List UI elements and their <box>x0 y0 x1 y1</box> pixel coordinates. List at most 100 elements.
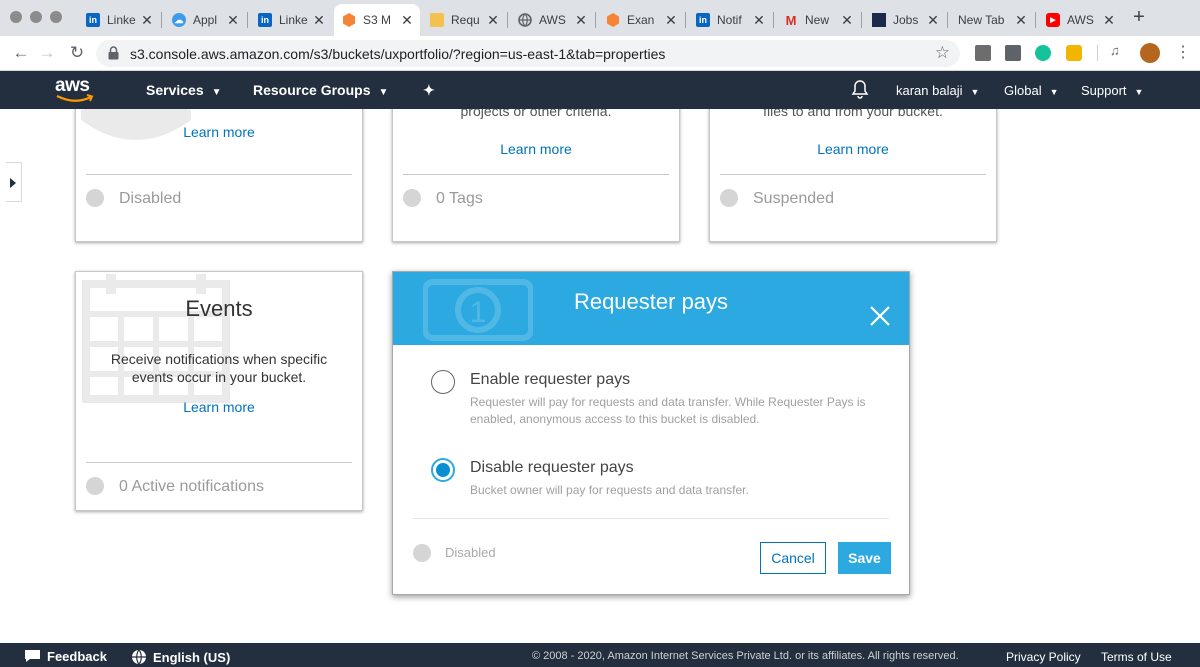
reload-icon[interactable]: ↻ <box>66 42 88 64</box>
browser-tab[interactable]: ☁ Appl ✕ <box>164 4 246 36</box>
grammarly-icon[interactable] <box>1035 45 1051 61</box>
language-label: English (US) <box>153 650 231 665</box>
tab-close-icon[interactable]: ✕ <box>926 12 940 29</box>
tab-label: AWS <box>539 13 566 27</box>
property-card[interactable]: files to and from your bucket. Learn mor… <box>709 109 997 242</box>
learn-more-link[interactable]: Learn more <box>710 141 996 157</box>
tab-close-icon[interactable]: ✕ <box>574 12 588 29</box>
status-dot <box>403 189 421 207</box>
privacy-policy-link[interactable]: Privacy Policy <box>1006 650 1081 664</box>
tab-close-icon[interactable]: ✕ <box>1014 12 1028 29</box>
copyright-text: © 2008 - 2020, Amazon Internet Services … <box>532 650 959 662</box>
extension-puzzle-icon[interactable] <box>1005 45 1021 61</box>
feedback-link[interactable]: Feedback <box>24 649 107 664</box>
disable-requester-pays-radio[interactable] <box>431 458 455 482</box>
tab-close-icon[interactable]: ✕ <box>140 12 154 29</box>
tab-label: Notif <box>717 13 742 27</box>
new-tab-button[interactable]: + <box>1128 6 1150 28</box>
browser-tab[interactable]: in Linke ✕ <box>250 4 332 36</box>
user-menu[interactable]: karan balaji ▼ <box>896 83 979 98</box>
browser-tab[interactable]: Exan ✕ <box>598 4 684 36</box>
learn-more-link[interactable]: Learn more <box>393 141 679 157</box>
pin-icon[interactable]: ✦ <box>423 82 435 99</box>
resource-groups-menu[interactable]: Resource Groups ▼ <box>253 82 388 98</box>
sidebar-toggle[interactable] <box>6 162 22 202</box>
browser-tab[interactable]: M New ✕ <box>776 4 860 36</box>
status-dot <box>86 477 104 495</box>
status-text: 0 Active notifications <box>119 478 264 495</box>
tab-close-icon[interactable]: ✕ <box>486 12 500 29</box>
save-button[interactable]: Save <box>838 542 891 574</box>
learn-more-link[interactable]: Learn more <box>76 399 362 415</box>
services-menu[interactable]: Services ▼ <box>146 82 222 98</box>
extension-icon[interactable] <box>1066 45 1082 61</box>
browser-tab[interactable]: New Tab ✕ <box>950 4 1034 36</box>
extension-puzzle-icon[interactable] <box>975 45 991 61</box>
region-label: Global <box>1004 83 1042 98</box>
dialog-title: Requester pays <box>573 289 729 314</box>
linkedin-icon: in <box>696 13 710 27</box>
bell-icon[interactable] <box>851 79 869 102</box>
window-close-button[interactable] <box>10 11 22 23</box>
tab-label: New <box>805 13 830 27</box>
status-text: Disabled <box>445 545 496 560</box>
properties-panel: Learn more Disabled projects or other cr… <box>0 109 1200 643</box>
tab-label: AWS <box>1067 13 1094 27</box>
browser-tab[interactable]: ▶ AWS ✕ <box>1038 4 1122 36</box>
status-dot <box>413 544 431 562</box>
forward-arrow-icon[interactable]: → <box>36 42 58 64</box>
browser-tab[interactable]: in Notif ✕ <box>688 4 772 36</box>
url-bar[interactable]: s3.console.aws.amazon.com/s3/buckets/uxp… <box>96 40 960 67</box>
cancel-button[interactable]: Cancel <box>760 542 826 574</box>
property-card[interactable]: projects or other criteria. Learn more 0… <box>392 109 680 242</box>
bookmark-star-icon[interactable]: ☆ <box>935 43 950 63</box>
window-zoom-button[interactable] <box>50 11 62 23</box>
tab-close-icon[interactable]: ✕ <box>752 12 766 29</box>
language-selector[interactable]: English (US) <box>131 649 230 665</box>
feedback-label: Feedback <box>47 649 107 664</box>
browser-tab-active[interactable]: S3 M ✕ <box>334 4 420 36</box>
youtube-icon: ▶ <box>1046 13 1060 27</box>
tab-close-icon[interactable]: ✕ <box>840 12 854 29</box>
support-label: Support <box>1081 83 1127 98</box>
region-menu[interactable]: Global ▼ <box>1004 83 1059 98</box>
aws-smile-icon <box>56 94 94 102</box>
property-card[interactable]: Learn more Disabled <box>75 109 363 242</box>
aws-s3-icon <box>342 13 356 27</box>
aws-logo[interactable]: aws <box>55 74 95 104</box>
tab-close-icon[interactable]: ✕ <box>226 12 240 29</box>
browser-tab[interactable]: in Linke ✕ <box>78 4 160 36</box>
tab-close-icon[interactable]: ✕ <box>1102 12 1116 29</box>
globe-icon <box>132 649 146 665</box>
browser-tab[interactable]: AWS ✕ <box>510 4 594 36</box>
chevron-down-icon: ▼ <box>211 87 222 98</box>
browser-menu-icon[interactable]: ⋮ <box>1175 42 1191 61</box>
tab-close-icon[interactable]: ✕ <box>400 12 414 29</box>
browser-tab[interactable]: Requ ✕ <box>422 4 506 36</box>
tab-close-icon[interactable]: ✕ <box>312 12 326 29</box>
close-icon[interactable] <box>869 305 891 327</box>
events-card[interactable]: Events Receive notifications when specif… <box>75 271 363 511</box>
box-icon <box>430 13 444 27</box>
option-description: Bucket owner will pay for requests and d… <box>470 483 749 497</box>
user-name: karan balaji <box>896 83 963 98</box>
back-arrow-icon[interactable]: ← <box>10 42 32 64</box>
option-description: Requester will pay for requests and data… <box>470 395 866 426</box>
aws-hex-icon <box>606 13 620 27</box>
dialog-header: 1 Requester pays <box>393 272 909 345</box>
aws-top-nav: aws Services ▼ Resource Groups ▼ ✦ karan b… <box>0 71 1200 109</box>
browser-tab[interactable]: Jobs ✕ <box>864 4 946 36</box>
status-text: 0 Tags <box>436 190 483 207</box>
tab-close-icon[interactable]: ✕ <box>664 12 678 29</box>
globe-icon <box>518 13 532 27</box>
terms-of-use-link[interactable]: Terms of Use <box>1101 650 1172 664</box>
window-minimize-button[interactable] <box>30 11 42 23</box>
support-menu[interactable]: Support ▼ <box>1081 83 1143 98</box>
gmail-icon: M <box>785 12 797 28</box>
media-control-icon[interactable]: ♫ <box>1110 43 1126 59</box>
status-dot <box>86 189 104 207</box>
avatar[interactable] <box>1140 43 1160 63</box>
learn-more-link[interactable]: Learn more <box>76 124 362 140</box>
tab-label: Exan <box>627 13 655 27</box>
enable-requester-pays-radio[interactable] <box>431 370 455 394</box>
